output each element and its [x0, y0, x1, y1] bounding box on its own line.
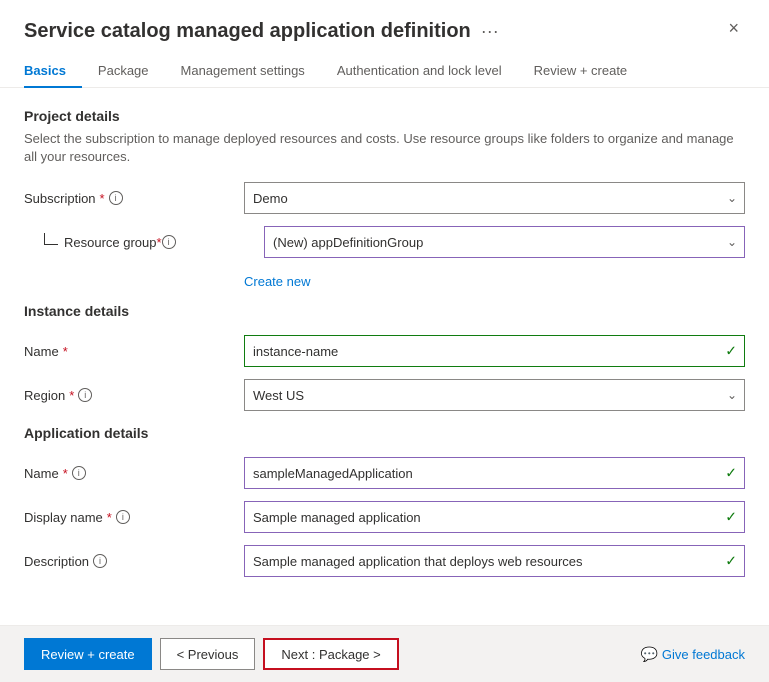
rg-control: (New) appDefinitionGroup ⌄	[264, 226, 745, 258]
instance-name-wrapper: ✓	[244, 335, 745, 367]
rg-info-icon[interactable]: i	[162, 235, 176, 249]
display-name-control: ✓	[244, 501, 745, 533]
footer-left-buttons: Review + create < Previous Next : Packag…	[24, 638, 399, 670]
tab-package[interactable]: Package	[82, 55, 165, 88]
subscription-info-icon[interactable]: i	[109, 191, 123, 205]
tab-auth[interactable]: Authentication and lock level	[321, 55, 518, 88]
give-feedback-button[interactable]: 💬 Give feedback	[640, 646, 745, 663]
app-name-required: *	[63, 466, 68, 481]
ellipsis-button[interactable]: ···	[481, 21, 499, 42]
region-select[interactable]: West US	[244, 379, 745, 411]
instance-details-title: Instance details	[24, 303, 745, 319]
subscription-select[interactable]: Demo	[244, 182, 745, 214]
resource-group-row: Resource group * i (New) appDefinitionGr…	[44, 226, 745, 258]
instance-name-required: *	[63, 344, 68, 359]
app-name-row: Name * i ✓	[24, 457, 745, 489]
app-name-check-icon: ✓	[725, 465, 737, 482]
subscription-row: Subscription * i Demo ⌄	[24, 182, 745, 214]
display-name-label: Display name * i	[24, 510, 244, 525]
dialog-header: Service catalog managed application defi…	[0, 0, 769, 43]
description-info-icon[interactable]: i	[93, 554, 107, 568]
resource-group-label: Resource group * i	[44, 235, 264, 250]
region-select-wrapper: West US ⌄	[244, 379, 745, 411]
display-name-input[interactable]	[244, 501, 745, 533]
app-name-wrapper: ✓	[244, 457, 745, 489]
create-new-link[interactable]: Create new	[244, 274, 310, 289]
title-row: Service catalog managed application defi…	[24, 20, 499, 43]
region-label: Region * i	[24, 388, 244, 403]
project-details-desc: Select the subscription to manage deploy…	[24, 130, 745, 166]
region-control: West US ⌄	[244, 379, 745, 411]
previous-button[interactable]: < Previous	[160, 638, 256, 670]
rg-required: *	[157, 235, 162, 250]
instance-name-check-icon: ✓	[725, 343, 737, 360]
project-details-title: Project details	[24, 108, 745, 124]
dialog-footer: Review + create < Previous Next : Packag…	[0, 625, 769, 682]
region-info-icon[interactable]: i	[78, 388, 92, 402]
description-control: ✓	[244, 545, 745, 577]
description-check-icon: ✓	[725, 553, 737, 570]
app-name-label: Name * i	[24, 466, 244, 481]
app-details-title: Application details	[24, 425, 745, 441]
description-wrapper: ✓	[244, 545, 745, 577]
app-name-input[interactable]	[244, 457, 745, 489]
tab-management[interactable]: Management settings	[165, 55, 321, 88]
instance-name-control: ✓	[244, 335, 745, 367]
close-button[interactable]: ×	[722, 16, 745, 41]
display-name-row: Display name * i ✓	[24, 501, 745, 533]
tab-review[interactable]: Review + create	[518, 55, 644, 88]
display-name-info-icon[interactable]: i	[116, 510, 130, 524]
review-create-button[interactable]: Review + create	[24, 638, 152, 670]
subscription-select-wrapper: Demo ⌄	[244, 182, 745, 214]
dialog-title: Service catalog managed application defi…	[24, 20, 471, 43]
display-name-check-icon: ✓	[725, 509, 737, 526]
tabs-bar: Basics Package Management settings Authe…	[0, 55, 769, 88]
app-name-control: ✓	[244, 457, 745, 489]
resource-group-select[interactable]: (New) appDefinitionGroup	[264, 226, 745, 258]
indent-line	[44, 233, 58, 245]
next-button[interactable]: Next : Package >	[263, 638, 398, 670]
application-details-section: Application details Name * i ✓	[24, 425, 745, 577]
region-required: *	[69, 388, 74, 403]
instance-name-label: Name *	[24, 344, 244, 359]
dialog: Service catalog managed application defi…	[0, 0, 769, 682]
indent-indicator: Resource group * i	[44, 235, 176, 250]
instance-name-input[interactable]	[244, 335, 745, 367]
tab-basics[interactable]: Basics	[24, 55, 82, 88]
project-details-section: Project details Select the subscription …	[24, 108, 745, 289]
rg-select-wrapper: (New) appDefinitionGroup ⌄	[264, 226, 745, 258]
instance-details-section: Instance details Name * ✓ Region	[24, 303, 745, 411]
main-content: Project details Select the subscription …	[0, 88, 769, 625]
description-row: Description i ✓	[24, 545, 745, 577]
instance-name-row: Name * ✓	[24, 335, 745, 367]
display-name-wrapper: ✓	[244, 501, 745, 533]
subscription-label: Subscription * i	[24, 191, 244, 206]
subscription-required: *	[100, 191, 105, 206]
region-row: Region * i West US ⌄	[24, 379, 745, 411]
subscription-control: Demo ⌄	[244, 182, 745, 214]
description-label: Description i	[24, 554, 244, 569]
description-input[interactable]	[244, 545, 745, 577]
display-name-required: *	[107, 510, 112, 525]
feedback-icon: 💬	[640, 646, 657, 663]
app-name-info-icon[interactable]: i	[72, 466, 86, 480]
